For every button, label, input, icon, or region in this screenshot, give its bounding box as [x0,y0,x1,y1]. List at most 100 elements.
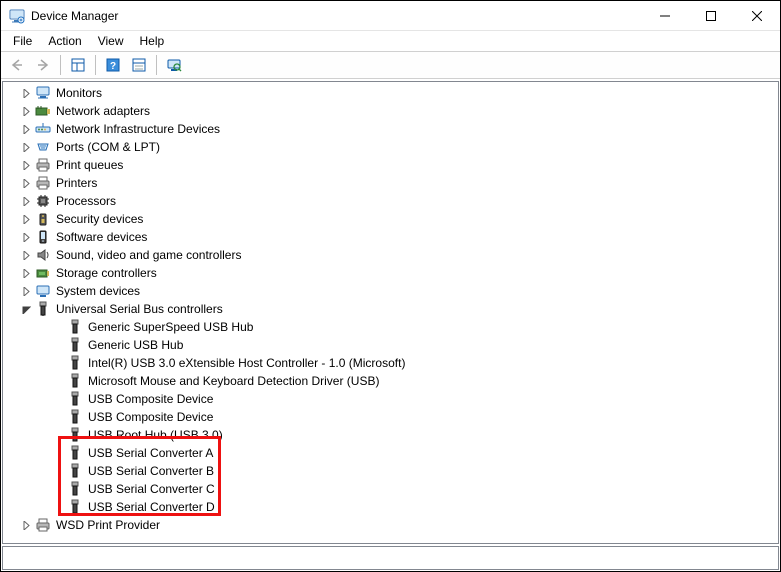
details-pane [2,546,779,570]
network-adapter-icon [35,103,51,119]
printer-icon [35,517,51,533]
show-hidden-button[interactable] [127,54,151,76]
expand-toggle[interactable] [19,230,33,244]
client-area: Monitors Network adapters Network Infr [1,79,780,571]
expand-toggle[interactable] [19,140,33,154]
expand-toggle[interactable] [19,194,33,208]
menu-view[interactable]: View [90,32,132,50]
expand-toggle[interactable] [19,104,33,118]
usb-device-icon [67,319,83,335]
expand-toggle[interactable] [19,284,33,298]
toolbar-separator [156,55,157,75]
tree-item-label: Printers [54,176,99,190]
expand-toggle[interactable] [19,86,33,100]
menu-file[interactable]: File [5,32,40,50]
tree-item-processors[interactable]: Processors [5,192,778,210]
app-icon [9,8,25,24]
tree-item-software-devices[interactable]: Software devices [5,228,778,246]
expand-toggle[interactable] [19,212,33,226]
tree-item-label: Sound, video and game controllers [54,248,243,262]
tree-item-label: USB Serial Converter D [86,500,217,514]
storage-controller-icon [35,265,51,281]
tree-item-generic-hub[interactable]: Generic USB Hub [5,336,778,354]
usb-device-icon [67,481,83,497]
back-button[interactable] [5,54,29,76]
software-device-icon [35,229,51,245]
usb-device-icon [67,499,83,515]
tree-item-label: Generic SuperSpeed USB Hub [86,320,255,334]
tree-item-label: Print queues [54,158,125,172]
tree-item-serial-a[interactable]: USB Serial Converter A [5,444,778,462]
menu-help[interactable]: Help [132,32,173,50]
tree-item-storage-controllers[interactable]: Storage controllers [5,264,778,282]
tree-item-network-infra[interactable]: Network Infrastructure Devices [5,120,778,138]
sound-icon [35,247,51,263]
menu-action[interactable]: Action [40,32,89,50]
usb-device-icon [67,445,83,461]
usb-device-icon [67,373,83,389]
expand-toggle[interactable] [19,122,33,136]
usb-device-icon [67,391,83,407]
collapse-toggle[interactable] [19,302,33,316]
tree-item-intel-xhci[interactable]: Intel(R) USB 3.0 eXtensible Host Control… [5,354,778,372]
tree-item-usb-controllers[interactable]: Universal Serial Bus controllers [5,300,778,318]
tree-item-label: Storage controllers [54,266,159,280]
tree-item-label: Network adapters [54,104,152,118]
tree-item-serial-c[interactable]: USB Serial Converter C [5,480,778,498]
tree-item-label: USB Serial Converter A [86,446,215,460]
tree-item-label: Microsoft Mouse and Keyboard Detection D… [86,374,381,388]
tree-item-label: USB Root Hub (USB 3.0) [86,428,225,442]
printer-icon [35,175,51,191]
tree-item-ms-mouse-kb[interactable]: Microsoft Mouse and Keyboard Detection D… [5,372,778,390]
properties-button[interactable] [66,54,90,76]
expand-toggle[interactable] [19,266,33,280]
network-infra-icon [35,121,51,137]
usb-device-icon [67,427,83,443]
tree-item-sound[interactable]: Sound, video and game controllers [5,246,778,264]
tree-item-label: System devices [54,284,142,298]
tree-item-network-adapters[interactable]: Network adapters [5,102,778,120]
window-controls [642,1,780,30]
tree-item-system-devices[interactable]: System devices [5,282,778,300]
tree-item-monitors[interactable]: Monitors [5,84,778,102]
expand-toggle[interactable] [19,176,33,190]
tree-item-generic-ss-hub[interactable]: Generic SuperSpeed USB Hub [5,318,778,336]
tree-item-composite1[interactable]: USB Composite Device [5,390,778,408]
maximize-button[interactable] [688,1,734,30]
tree-item-label: Network Infrastructure Devices [54,122,222,136]
tree-item-label: USB Composite Device [86,392,215,406]
toolbar-separator [95,55,96,75]
tree-item-label: WSD Print Provider [54,518,162,532]
tree-root: Monitors Network adapters Network Infr [3,82,778,536]
tree-item-serial-b[interactable]: USB Serial Converter B [5,462,778,480]
forward-button[interactable] [31,54,55,76]
expand-toggle[interactable] [19,518,33,532]
minimize-button[interactable] [642,1,688,30]
port-icon [35,139,51,155]
tree-item-ports[interactable]: Ports (COM & LPT) [5,138,778,156]
tree-item-composite2[interactable]: USB Composite Device [5,408,778,426]
tree-item-label: Monitors [54,86,104,100]
usb-device-icon [67,409,83,425]
tree-item-serial-d[interactable]: USB Serial Converter D [5,498,778,516]
close-button[interactable] [734,1,780,30]
device-tree[interactable]: Monitors Network adapters Network Infr [2,81,779,544]
expand-toggle[interactable] [19,158,33,172]
tree-item-root-hub[interactable]: USB Root Hub (USB 3.0) [5,426,778,444]
expand-toggle[interactable] [19,248,33,262]
tree-item-print-queues[interactable]: Print queues [5,156,778,174]
help-button[interactable]: ? [101,54,125,76]
svg-text:?: ? [110,61,116,72]
tree-item-printers[interactable]: Printers [5,174,778,192]
titlebar: Device Manager [1,1,780,31]
tree-item-label: Processors [54,194,118,208]
tree-item-wsd-print[interactable]: WSD Print Provider [5,516,778,534]
tree-item-label: USB Serial Converter C [86,482,217,496]
tree-item-label: Generic USB Hub [86,338,185,352]
tree-item-security-devices[interactable]: Security devices [5,210,778,228]
tree-item-label: USB Serial Converter B [86,464,216,478]
system-device-icon [35,283,51,299]
scan-hardware-button[interactable] [162,54,186,76]
cpu-icon [35,193,51,209]
tree-item-label: Universal Serial Bus controllers [54,302,225,316]
